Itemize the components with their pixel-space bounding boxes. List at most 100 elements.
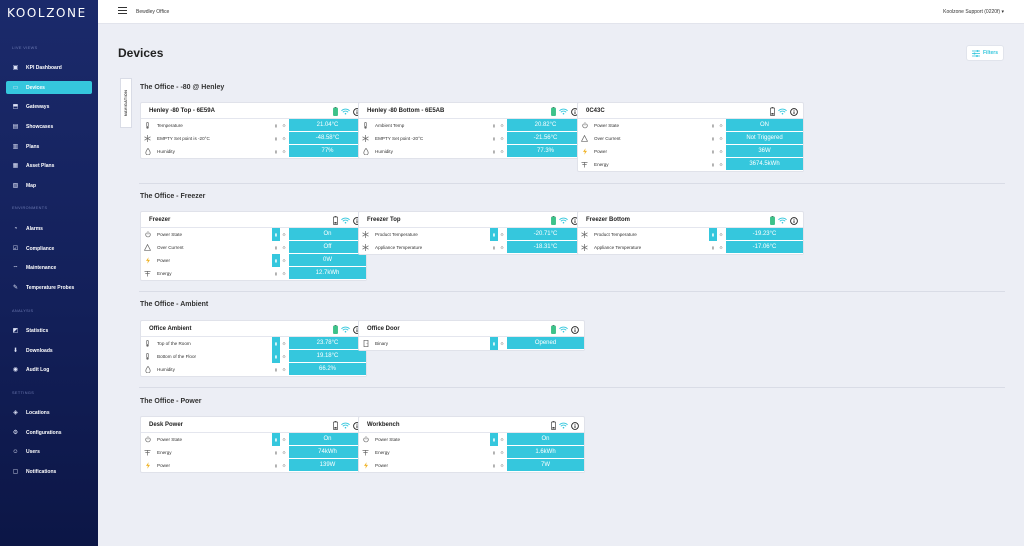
sidebar-item-devices[interactable]: ▭ Devices	[6, 81, 92, 94]
pin-icon[interactable]: ▮	[272, 132, 280, 145]
device-card[interactable]: Office Ambient Top of the Room ▮ ⚙ 23.78°C Bo…	[140, 320, 367, 377]
sensor-value: Not Triggered	[726, 132, 803, 145]
settings-icon[interactable]: ⚙	[718, 148, 724, 155]
settings-icon[interactable]: ⚙	[281, 257, 287, 264]
sensor-label: Humidity	[375, 149, 393, 154]
pin-icon[interactable]: ▮	[272, 433, 280, 446]
sidebar-item-temperature-probes[interactable]: ✎ Temperature Probes	[6, 281, 92, 294]
settings-icon[interactable]: ⚙	[499, 148, 505, 155]
pin-icon[interactable]: ▮	[490, 446, 498, 459]
settings-icon[interactable]: ⚙	[281, 135, 287, 142]
settings-icon[interactable]: ⚙	[499, 122, 505, 129]
settings-icon[interactable]: ⚙	[718, 231, 724, 238]
pin-icon[interactable]: ▮	[490, 228, 498, 241]
device-card[interactable]: 0C43C Power State ▮ ⚙ ON Over Current ▮ ⚙ Not Tr…	[577, 102, 804, 172]
settings-icon[interactable]: ⚙	[281, 270, 287, 277]
pin-icon[interactable]: ▮	[272, 363, 280, 376]
koolzone-logo[interactable]: KOOLZONE	[7, 6, 87, 20]
pin-icon[interactable]: ▮	[272, 145, 280, 158]
sidebar-item-audit-log[interactable]: ◉ Audit Log	[6, 363, 92, 376]
info-icon[interactable]	[571, 325, 579, 334]
device-card[interactable]: Henley -80 Bottom - 6E5AB Ambient Temp ▮ ⚙ 2…	[358, 102, 585, 159]
settings-icon[interactable]: ⚙	[499, 244, 505, 251]
sidebar-item-compliance[interactable]: ☑ Compliance	[6, 242, 92, 255]
hamburger-menu-icon[interactable]	[118, 7, 127, 14]
settings-icon[interactable]: ⚙	[499, 436, 505, 443]
pin-icon[interactable]: ▮	[490, 459, 498, 472]
sidebar-item-maintenance[interactable]: ⌔ Maintenance	[6, 261, 92, 274]
pin-icon[interactable]: ▮	[272, 459, 280, 472]
pin-icon[interactable]: ▮	[272, 446, 280, 459]
pin-icon[interactable]: ▮	[272, 228, 280, 241]
battery-icon	[551, 421, 556, 430]
sidebar-item-showcases[interactable]: ▤ Showcases	[6, 120, 92, 133]
sensor-row: Power ▮ ⚙ 36W	[578, 145, 803, 158]
pin-icon[interactable]: ▮	[272, 119, 280, 132]
pin-icon[interactable]: ▮	[709, 158, 717, 171]
navigation-tab[interactable]: NAVIGATION	[120, 78, 132, 128]
pin-icon[interactable]: ▮	[490, 241, 498, 254]
pin-icon[interactable]: ▮	[490, 119, 498, 132]
settings-icon[interactable]: ⚙	[718, 122, 724, 129]
sidebar-item-users[interactable]: ☺ Users	[6, 445, 92, 458]
sidebar-item-kpi-dashboard[interactable]: ▣ KPI Dashboard	[6, 61, 92, 74]
pin-icon[interactable]: ▮	[272, 267, 280, 280]
sidebar-item-downloads[interactable]: ⬇ Downloads	[6, 344, 92, 357]
pin-icon[interactable]: ▮	[709, 228, 717, 241]
info-icon[interactable]	[571, 421, 579, 430]
settings-icon[interactable]: ⚙	[499, 449, 505, 456]
sidebar-item-locations[interactable]: ◈ Locations	[6, 406, 92, 419]
info-icon[interactable]	[790, 216, 798, 225]
settings-icon[interactable]: ⚙	[281, 436, 287, 443]
sidebar-item-notifications[interactable]: ▢ Notifications	[6, 465, 92, 478]
sidebar-item-statistics[interactable]: ◩ Statistics	[6, 324, 92, 337]
device-card[interactable]: Henley -80 Top - 6E59A Temperature ▮ ⚙ 21.04…	[140, 102, 367, 159]
settings-icon[interactable]: ⚙	[718, 244, 724, 251]
sensor-value: On	[507, 433, 584, 446]
pin-icon[interactable]: ▮	[272, 241, 280, 254]
settings-icon[interactable]: ⚙	[281, 148, 287, 155]
settings-icon[interactable]: ⚙	[281, 231, 287, 238]
user-menu[interactable]: Koolzone Support (0220f) ▾	[943, 9, 1004, 15]
device-card[interactable]: Freezer Bottom Product Temperature ▮ ⚙ -19.2…	[577, 211, 804, 255]
pin-icon[interactable]: ▮	[709, 119, 717, 132]
settings-icon[interactable]: ⚙	[281, 449, 287, 456]
pin-icon[interactable]: ▮	[490, 433, 498, 446]
breadcrumb[interactable]: Bewdley Office	[136, 9, 169, 15]
settings-icon[interactable]: ⚙	[718, 161, 724, 168]
filters-button[interactable]: Filters	[966, 45, 1004, 61]
pin-icon[interactable]: ▮	[490, 145, 498, 158]
sidebar-item-asset-plans[interactable]: ▦ Asset Plans	[6, 159, 92, 172]
settings-icon[interactable]: ⚙	[499, 462, 505, 469]
device-card[interactable]: Office Door Binary ▮ ⚙ Opened	[358, 320, 585, 351]
pin-icon[interactable]: ▮	[272, 254, 280, 267]
settings-icon[interactable]: ⚙	[281, 366, 287, 373]
pin-icon[interactable]: ▮	[272, 350, 280, 363]
settings-icon[interactable]: ⚙	[281, 462, 287, 469]
pin-icon[interactable]: ▮	[709, 132, 717, 145]
pin-icon[interactable]: ▮	[709, 145, 717, 158]
sidebar-item-map[interactable]: ▧ Map	[6, 179, 92, 192]
settings-icon[interactable]: ⚙	[499, 231, 505, 238]
sidebar-item-configurations[interactable]: ⚙ Configurations	[6, 426, 92, 439]
energy-icon	[362, 449, 369, 456]
settings-icon[interactable]: ⚙	[718, 135, 724, 142]
info-icon[interactable]	[790, 107, 798, 116]
pin-icon[interactable]: ▮	[490, 132, 498, 145]
pin-icon[interactable]: ▮	[709, 241, 717, 254]
sidebar-item-alarms[interactable]: ◔ Alarms	[6, 222, 92, 235]
settings-icon[interactable]: ⚙	[499, 135, 505, 142]
device-card[interactable]: Freezer Top Product Temperature ▮ ⚙ -20.71°C…	[358, 211, 585, 255]
sidebar-item-plans[interactable]: ▥ Plans	[6, 140, 92, 153]
settings-icon[interactable]: ⚙	[499, 340, 505, 347]
pin-icon[interactable]: ▮	[490, 337, 498, 350]
settings-icon[interactable]: ⚙	[281, 122, 287, 129]
settings-icon[interactable]: ⚙	[281, 244, 287, 251]
device-card[interactable]: Freezer Power State ▮ ⚙ On Over Current ▮ ⚙ Off P…	[140, 211, 367, 281]
device-card[interactable]: Desk Power Power State ▮ ⚙ On Energy ▮ ⚙ 74kWh Po…	[140, 416, 367, 473]
settings-icon[interactable]: ⚙	[281, 353, 287, 360]
sidebar-item-gateways[interactable]: ⬒ Gateways	[6, 100, 92, 113]
settings-icon[interactable]: ⚙	[281, 340, 287, 347]
device-card[interactable]: Workbench Power State ▮ ⚙ On Energy ▮ ⚙ 1.6kWh Po…	[358, 416, 585, 473]
pin-icon[interactable]: ▮	[272, 337, 280, 350]
